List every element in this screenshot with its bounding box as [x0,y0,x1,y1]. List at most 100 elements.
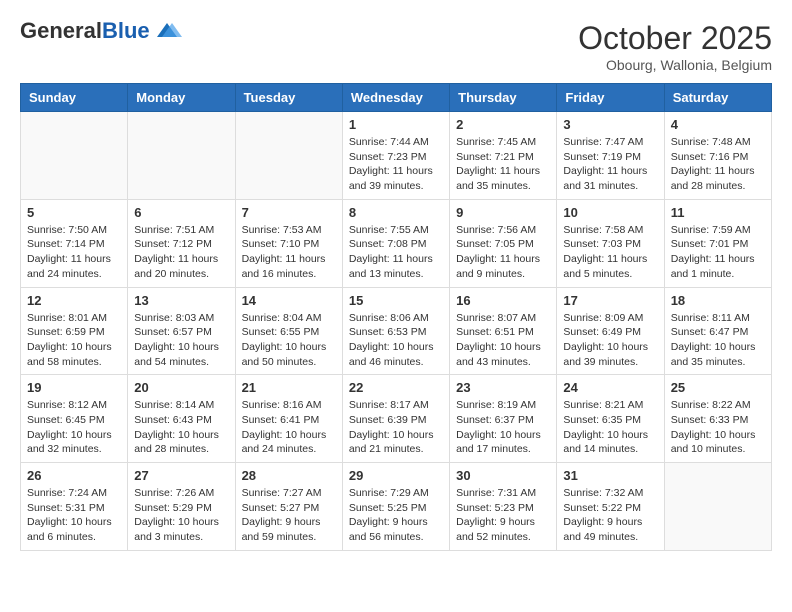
calendar-cell: 4 Sunrise: 7:48 AMSunset: 7:16 PMDaylight… [664,112,771,200]
calendar-cell: 19 Sunrise: 8:12 AMSunset: 6:45 PMDayligh… [21,375,128,463]
day-info: Sunrise: 8:16 AMSunset: 6:41 PMDaylight:… [242,398,336,457]
day-number: 25 [671,380,765,395]
col-wednesday: Wednesday [342,84,449,112]
calendar-cell [21,112,128,200]
day-number: 31 [563,468,657,483]
day-number: 28 [242,468,336,483]
calendar-cell: 12 Sunrise: 8:01 AMSunset: 6:59 PMDayligh… [21,287,128,375]
calendar-cell: 26Sunrise: 7:24 AMSunset: 5:31 PMDayligh… [21,463,128,551]
day-number: 13 [134,293,228,308]
day-info: Sunrise: 7:44 AMSunset: 7:23 PMDaylight:… [349,135,443,194]
day-info: Sunrise: 8:12 AMSunset: 6:45 PMDaylight:… [27,398,121,457]
day-info: Sunrise: 7:48 AMSunset: 7:16 PMDaylight:… [671,135,765,194]
day-info: Sunrise: 7:29 AMSunset: 5:25 PMDaylight:… [349,486,443,545]
day-number: 2 [456,117,550,132]
day-number: 14 [242,293,336,308]
day-info: Sunrise: 7:55 AMSunset: 7:08 PMDaylight:… [349,223,443,282]
logo-icon [152,19,182,41]
calendar-cell: 5Sunrise: 7:50 AMSunset: 7:14 PMDaylight… [21,199,128,287]
day-number: 16 [456,293,550,308]
month-title: October 2025 [578,20,772,57]
day-number: 4 [671,117,765,132]
day-number: 19 [27,380,121,395]
calendar-cell [235,112,342,200]
day-info: Sunrise: 7:32 AMSunset: 5:22 PMDaylight:… [563,486,657,545]
calendar-cell: 29Sunrise: 7:29 AMSunset: 5:25 PMDayligh… [342,463,449,551]
day-number: 18 [671,293,765,308]
day-number: 22 [349,380,443,395]
day-info: Sunrise: 8:04 AMSunset: 6:55 PMDaylight:… [242,311,336,370]
calendar-cell: 9Sunrise: 7:56 AMSunset: 7:05 PMDaylight… [450,199,557,287]
calendar-week-2: 5Sunrise: 7:50 AMSunset: 7:14 PMDaylight… [21,199,772,287]
day-number: 12 [27,293,121,308]
day-info: Sunrise: 7:45 AMSunset: 7:21 PMDaylight:… [456,135,550,194]
day-number: 17 [563,293,657,308]
day-info: Sunrise: 8:06 AMSunset: 6:53 PMDaylight:… [349,311,443,370]
day-info: Sunrise: 8:17 AMSunset: 6:39 PMDaylight:… [349,398,443,457]
day-number: 1 [349,117,443,132]
col-thursday: Thursday [450,84,557,112]
calendar-cell: 21 Sunrise: 8:16 AMSunset: 6:41 PMDayligh… [235,375,342,463]
day-info: Sunrise: 7:31 AMSunset: 5:23 PMDaylight:… [456,486,550,545]
day-info: Sunrise: 7:27 AMSunset: 5:27 PMDaylight:… [242,486,336,545]
day-info: Sunrise: 8:03 AMSunset: 6:57 PMDaylight:… [134,311,228,370]
calendar-cell: 6 Sunrise: 7:51 AMSunset: 7:12 PMDaylight… [128,199,235,287]
calendar-cell: 16 Sunrise: 8:07 AMSunset: 6:51 PMDayligh… [450,287,557,375]
day-number: 24 [563,380,657,395]
calendar-cell: 3 Sunrise: 7:47 AMSunset: 7:19 PMDaylight… [557,112,664,200]
calendar-cell: 8 Sunrise: 7:55 AMSunset: 7:08 PMDaylight… [342,199,449,287]
calendar-header-row: Sunday Monday Tuesday Wednesday Thursday… [21,84,772,112]
day-number: 21 [242,380,336,395]
calendar-cell: 18Sunrise: 8:11 AMSunset: 6:47 PMDayligh… [664,287,771,375]
day-number: 23 [456,380,550,395]
day-info: Sunrise: 8:01 AMSunset: 6:59 PMDaylight:… [27,311,121,370]
calendar-cell: 15 Sunrise: 8:06 AMSunset: 6:53 PMDayligh… [342,287,449,375]
day-info: Sunrise: 7:51 AMSunset: 7:12 PMDaylight:… [134,223,228,282]
calendar-cell: 30 Sunrise: 7:31 AMSunset: 5:23 PMDayligh… [450,463,557,551]
calendar-table: Sunday Monday Tuesday Wednesday Thursday… [20,83,772,551]
day-info: Sunrise: 7:24 AMSunset: 5:31 PMDaylight:… [27,486,121,545]
day-number: 3 [563,117,657,132]
calendar-cell: 20 Sunrise: 8:14 AMSunset: 6:43 PMDayligh… [128,375,235,463]
calendar-cell: 10Sunrise: 7:58 AMSunset: 7:03 PMDayligh… [557,199,664,287]
col-monday: Monday [128,84,235,112]
calendar-cell: 17 Sunrise: 8:09 AMSunset: 6:49 PMDayligh… [557,287,664,375]
calendar-cell: 7Sunrise: 7:53 AMSunset: 7:10 PMDaylight… [235,199,342,287]
day-info: Sunrise: 8:19 AMSunset: 6:37 PMDaylight:… [456,398,550,457]
calendar-cell: 2 Sunrise: 7:45 AMSunset: 7:21 PMDaylight… [450,112,557,200]
day-info: Sunrise: 7:56 AMSunset: 7:05 PMDaylight:… [456,223,550,282]
location: Obourg, Wallonia, Belgium [578,57,772,73]
calendar-cell: 24Sunrise: 8:21 AMSunset: 6:35 PMDayligh… [557,375,664,463]
day-info: Sunrise: 8:07 AMSunset: 6:51 PMDaylight:… [456,311,550,370]
col-sunday: Sunday [21,84,128,112]
calendar-cell: 25Sunrise: 8:22 AMSunset: 6:33 PMDayligh… [664,375,771,463]
day-info: Sunrise: 8:09 AMSunset: 6:49 PMDaylight:… [563,311,657,370]
calendar-cell: 13 Sunrise: 8:03 AMSunset: 6:57 PMDayligh… [128,287,235,375]
day-number: 30 [456,468,550,483]
calendar-cell: 1 Sunrise: 7:44 AMSunset: 7:23 PMDaylight… [342,112,449,200]
day-number: 8 [349,205,443,220]
day-number: 6 [134,205,228,220]
calendar-cell [128,112,235,200]
day-number: 5 [27,205,121,220]
day-number: 20 [134,380,228,395]
calendar-week-4: 19 Sunrise: 8:12 AMSunset: 6:45 PMDayligh… [21,375,772,463]
calendar-cell: 11Sunrise: 7:59 AMSunset: 7:01 PMDayligh… [664,199,771,287]
day-number: 10 [563,205,657,220]
day-info: Sunrise: 7:47 AMSunset: 7:19 PMDaylight:… [563,135,657,194]
calendar-week-1: 1 Sunrise: 7:44 AMSunset: 7:23 PMDaylight… [21,112,772,200]
col-friday: Friday [557,84,664,112]
calendar-cell: 28 Sunrise: 7:27 AMSunset: 5:27 PMDayligh… [235,463,342,551]
title-area: October 2025 Obourg, Wallonia, Belgium [578,20,772,73]
calendar-cell: 31 Sunrise: 7:32 AMSunset: 5:22 PMDayligh… [557,463,664,551]
day-number: 15 [349,293,443,308]
day-info: Sunrise: 8:14 AMSunset: 6:43 PMDaylight:… [134,398,228,457]
calendar-cell: 27Sunrise: 7:26 AMSunset: 5:29 PMDayligh… [128,463,235,551]
calendar-week-3: 12 Sunrise: 8:01 AMSunset: 6:59 PMDayligh… [21,287,772,375]
calendar-week-5: 26Sunrise: 7:24 AMSunset: 5:31 PMDayligh… [21,463,772,551]
calendar-cell: 23 Sunrise: 8:19 AMSunset: 6:37 PMDayligh… [450,375,557,463]
calendar-cell: 14 Sunrise: 8:04 AMSunset: 6:55 PMDayligh… [235,287,342,375]
day-info: Sunrise: 7:53 AMSunset: 7:10 PMDaylight:… [242,223,336,282]
col-saturday: Saturday [664,84,771,112]
calendar-cell: 22 Sunrise: 8:17 AMSunset: 6:39 PMDayligh… [342,375,449,463]
